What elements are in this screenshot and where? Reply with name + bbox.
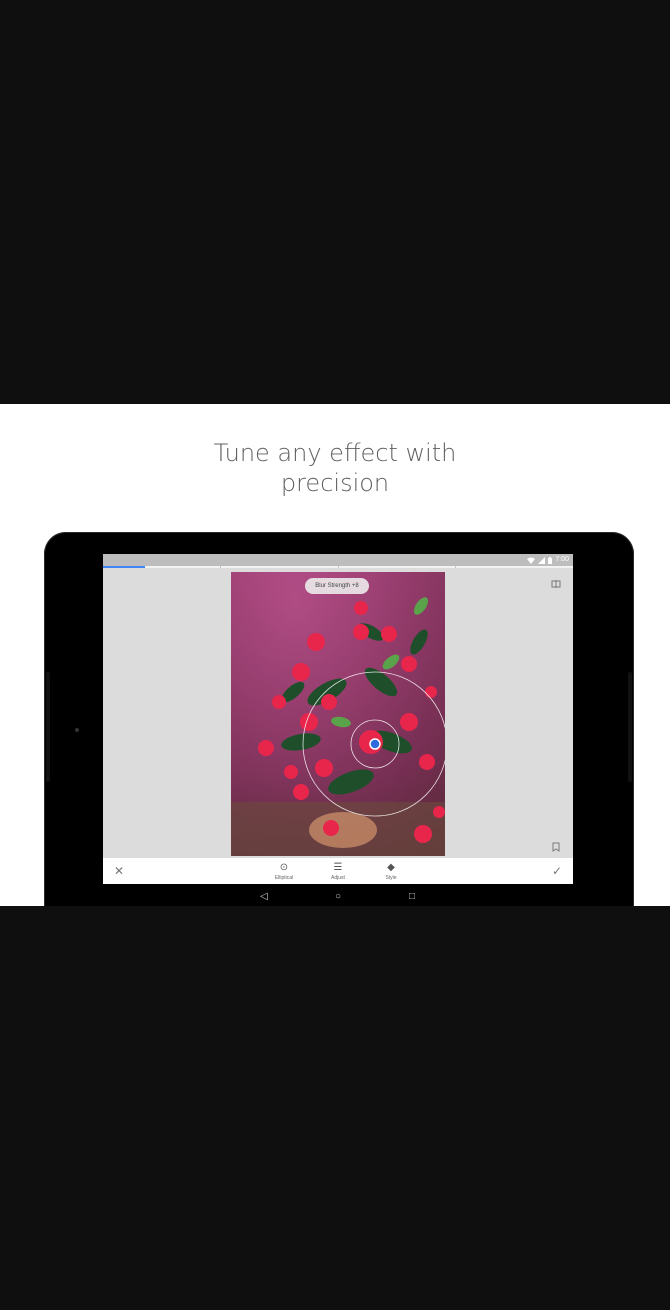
- status-time: 7:00: [555, 556, 569, 563]
- promo-panel: Tune any effect with precision 7:00 Blur…: [0, 404, 670, 906]
- signal-icon: [538, 556, 546, 564]
- bottom-background: [0, 906, 670, 1310]
- battery-icon: [548, 556, 553, 564]
- progress-divider: [338, 566, 339, 568]
- status-bar: 7:00: [103, 554, 573, 566]
- system-nav-bar: ◁ ○ □: [103, 884, 573, 906]
- back-icon[interactable]: ◁: [257, 890, 271, 904]
- progress-divider: [220, 566, 221, 568]
- tool-label: Style: [385, 875, 397, 881]
- blur-strength-pill: Blur Strength +8: [305, 578, 369, 594]
- sliders-icon: ☰: [333, 862, 343, 873]
- promo-headline: Tune any effect with precision: [0, 438, 670, 498]
- progress-fill: [103, 566, 146, 568]
- recents-icon[interactable]: □: [405, 890, 419, 904]
- elliptical-icon: ⊙: [279, 862, 289, 873]
- flower-photo: [231, 572, 445, 856]
- headline-line-2: precision: [280, 469, 390, 497]
- tablet-device: 7:00 Blur Strength +8 ✕ ⊙ Elliptical ☰ A…: [44, 532, 634, 906]
- status-icons: 7:00: [527, 555, 569, 565]
- style-icon: ◆: [387, 862, 395, 873]
- tablet-screen: 7:00 Blur Strength +8 ✕ ⊙ Elliptical ☰ A…: [103, 554, 573, 906]
- top-background: [0, 0, 670, 404]
- compare-icon[interactable]: [551, 579, 561, 589]
- home-icon[interactable]: ○: [331, 890, 345, 904]
- check-icon[interactable]: ✓: [552, 864, 562, 878]
- headline-line-1: Tune any effect with: [213, 439, 457, 467]
- tablet-side-button-right: [628, 672, 632, 782]
- tool-label: Elliptical: [274, 875, 294, 881]
- tablet-side-button-left: [46, 672, 50, 782]
- tool-elliptical[interactable]: ⊙ Elliptical: [269, 862, 299, 882]
- tool-adjust[interactable]: ☰ Adjust: [323, 862, 353, 882]
- progress-track: [103, 566, 573, 568]
- edit-toolbar: ✕ ⊙ Elliptical ☰ Adjust ◆ Style ✓: [103, 858, 573, 884]
- tool-label: Adjust: [331, 875, 345, 881]
- bookmark-icon[interactable]: [551, 842, 561, 852]
- photo-canvas[interactable]: Blur Strength +8: [231, 572, 445, 856]
- wifi-icon: [527, 557, 536, 564]
- close-icon[interactable]: ✕: [114, 864, 124, 878]
- camera-dot: [75, 728, 79, 732]
- progress-divider: [455, 566, 456, 568]
- tool-style[interactable]: ◆ Style: [376, 862, 406, 882]
